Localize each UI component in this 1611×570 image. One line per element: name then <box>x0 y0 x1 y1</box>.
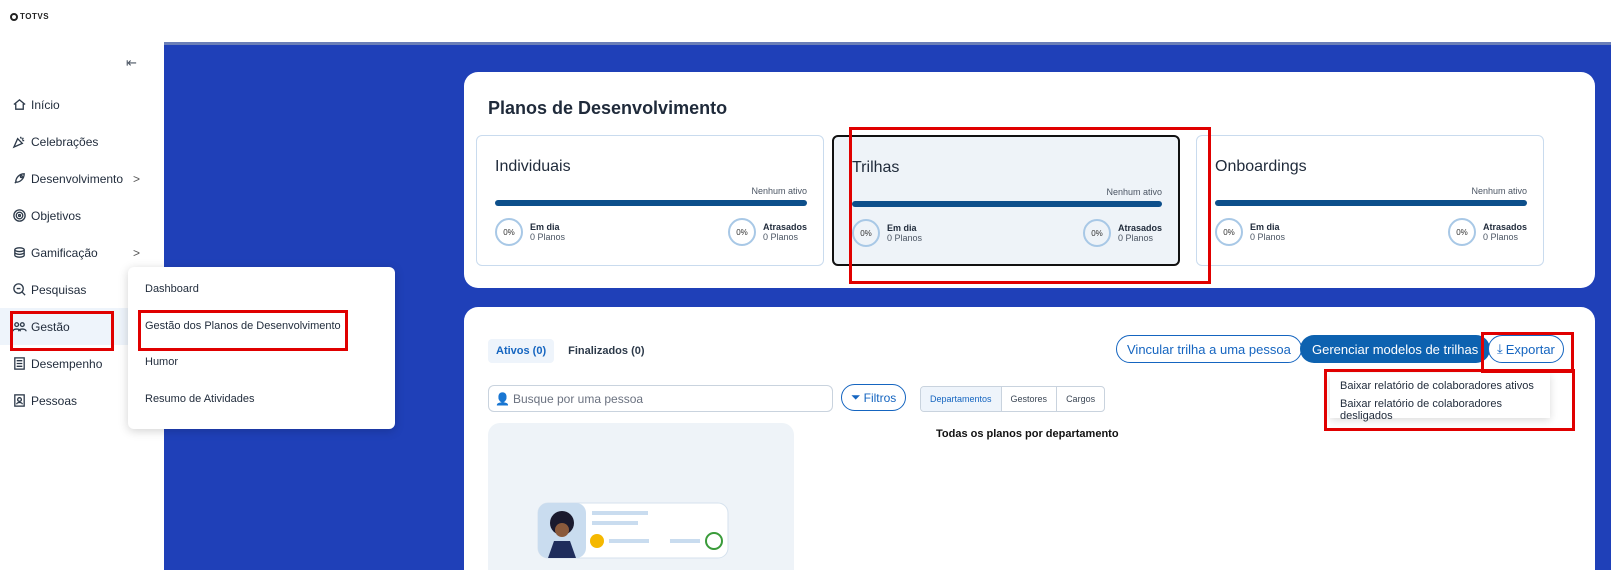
gauge-label: Atrasados <box>762 222 807 232</box>
segment-cargos[interactable]: Cargos <box>1057 387 1104 411</box>
filters-label: Filtros <box>863 390 897 405</box>
chevron-right-icon: > <box>133 171 141 186</box>
totvs-logo: TOTVS <box>10 12 49 21</box>
department-section-title: Todas os planos por departamento <box>936 428 1119 440</box>
gauge-ring: 0% <box>495 218 523 246</box>
summary-card: Planos de Desenvolvimento Individuais Ne… <box>464 72 1595 288</box>
gauge-ring: 0% <box>852 219 880 247</box>
stat-status: Nenhum ativo <box>751 186 807 196</box>
group-by-segment: Departamentos Gestores Cargos <box>920 386 1106 412</box>
search-placeholder: Busque por uma pessoa <box>512 391 644 406</box>
late-gauge: 0% Atrasados 0 Planos <box>1447 218 1527 246</box>
stat-status: Nenhum ativo <box>1106 187 1162 197</box>
funnel-icon: ⏷ <box>851 390 861 404</box>
sidebar-item-inicio[interactable]: Início <box>0 86 160 123</box>
tab-ativos[interactable]: Ativos (0) <box>488 339 555 363</box>
sidebar-item-label: Objetivos <box>31 208 82 223</box>
export-active-report-item[interactable]: Baixar relatório de colaboradores ativos <box>1330 377 1550 395</box>
sidebar-item-objetivos[interactable]: Objetivos <box>0 197 160 234</box>
gauge-ring: 0% <box>1447 218 1476 246</box>
gestao-submenu: Dashboard Gestão dos Planos de Desenvolv… <box>128 267 395 429</box>
stat-card-onboardings[interactable]: Onboardings Nenhum ativo 0% Em dia 0 Plan… <box>1196 135 1544 266</box>
segment-departamentos[interactable]: Departamentos <box>921 387 1002 411</box>
sidebar-item-label: Início <box>31 97 60 112</box>
export-dismissed-report-item[interactable]: Baixar relatório de colaboradores deslig… <box>1330 395 1550 425</box>
export-button[interactable]: ⤓ Exportar <box>1488 335 1564 363</box>
tab-finalizados[interactable]: Finalizados (0) <box>560 339 652 363</box>
sidebar-item-label: Gamificação <box>31 245 98 260</box>
on-time-gauge: 0% Em dia 0 Planos <box>1215 218 1285 246</box>
gauge-label: Em dia <box>887 223 917 233</box>
on-time-gauge: 0% Em dia 0 Planos <box>495 218 565 246</box>
sidebar-item-desenvolvimento[interactable]: Desenvolvimento > <box>0 160 160 197</box>
logo-ring-icon <box>10 12 18 21</box>
profile-card-illustration-icon <box>537 502 729 559</box>
sidebar-item-label: Pessoas <box>31 393 78 408</box>
gauge-ring: 0% <box>1215 218 1243 246</box>
export-label: Exportar <box>1505 341 1555 357</box>
rocket-icon <box>14 173 25 184</box>
users-icon <box>12 322 27 332</box>
search-doc-icon <box>13 283 26 296</box>
gauge-count: 0 Planos <box>762 232 799 242</box>
stat-title: Onboardings <box>1215 158 1307 175</box>
submenu-item-gestao-planos[interactable]: Gestão dos Planos de Desenvolvimento <box>145 320 341 332</box>
filters-button[interactable]: ⏷ Filtros <box>841 384 907 411</box>
gauge-ring: 0% <box>1082 219 1111 247</box>
late-gauge: 0% Atrasados 0 Planos <box>1082 219 1162 247</box>
gauge-count: 0 Planos <box>530 232 566 242</box>
submenu-item-dashboard[interactable]: Dashboard <box>145 283 199 295</box>
gauge-label: Atrasados <box>1117 223 1162 233</box>
stat-title: Individuais <box>495 158 571 175</box>
stat-status: Nenhum ativo <box>1471 186 1527 196</box>
on-time-gauge: 0% Em dia 0 Planos <box>852 219 922 247</box>
home-icon <box>13 98 26 110</box>
sidebar-item-label: Celebrações <box>31 134 99 149</box>
submenu-item-resumo-atividades[interactable]: Resumo de Atividades <box>145 393 254 405</box>
stat-progress-bar <box>1215 200 1527 206</box>
app-root: TOTVS ⇤ Início Celebrações Desenvolvimen… <box>0 0 1611 570</box>
export-dropdown-menu: Baixar relatório de colaboradores ativos… <box>1330 373 1550 422</box>
manage-tracks-button[interactable]: Gerenciar modelos de trilhas <box>1300 335 1491 363</box>
gauge-ring: 0% <box>727 218 756 246</box>
person-badge-icon <box>14 394 25 407</box>
sidebar-item-gamificacao[interactable]: Gamificação > <box>0 234 160 271</box>
gauge-count: 0 Planos <box>1117 233 1154 243</box>
party-icon <box>12 136 25 149</box>
gauge-count: 0 Planos <box>887 233 923 243</box>
download-icon: ⤓ <box>1497 341 1503 356</box>
sidebar-item-celebracoes[interactable]: Celebrações <box>0 123 160 160</box>
list-icon <box>14 357 25 370</box>
collapse-sidebar-icon[interactable]: ⇤ <box>126 55 137 71</box>
status-tabs: Ativos (0) Finalizados (0) <box>488 339 653 363</box>
sidebar-item-label: Desempenho <box>31 356 103 371</box>
plans-list-card: Ativos (0) Finalizados (0) Vincular tril… <box>464 307 1595 570</box>
late-gauge: 0% Atrasados 0 Planos <box>727 218 807 246</box>
brand-name: TOTVS <box>20 12 50 21</box>
coins-icon <box>14 247 25 258</box>
link-track-button[interactable]: Vincular trilha a uma pessoa <box>1116 335 1302 363</box>
page-title: Planos de Desenvolvimento <box>488 98 728 118</box>
person-search-input[interactable]: 👤 Busque por uma pessoa <box>488 385 833 412</box>
stat-card-trilhas[interactable]: Trilhas Nenhum ativo 0% Em dia 0 Planos 0… <box>832 135 1180 266</box>
stat-title: Trilhas <box>852 159 900 176</box>
sidebar-item-label: Desenvolvimento <box>31 171 124 186</box>
stat-progress-bar <box>495 200 807 206</box>
empty-state-illustration <box>488 423 794 570</box>
gauge-count: 0 Planos <box>1482 232 1519 242</box>
stat-progress-bar <box>852 201 1162 207</box>
sidebar-item-label: Gestão <box>31 319 70 334</box>
gauge-label: Em dia <box>530 222 560 232</box>
chevron-right-icon: > <box>133 245 141 260</box>
stat-card-individuais[interactable]: Individuais Nenhum ativo 0% Em dia 0 Plan… <box>476 135 824 266</box>
person-search-icon: 👤 <box>495 391 510 406</box>
segment-gestores[interactable]: Gestores <box>1002 387 1058 411</box>
gauge-label: Atrasados <box>1482 222 1527 232</box>
gauge-label: Em dia <box>1250 222 1280 232</box>
gauge-count: 0 Planos <box>1250 232 1286 242</box>
target-icon <box>13 209 26 222</box>
sidebar-item-label: Pesquisas <box>31 282 87 297</box>
submenu-item-humor[interactable]: Humor <box>145 356 178 368</box>
